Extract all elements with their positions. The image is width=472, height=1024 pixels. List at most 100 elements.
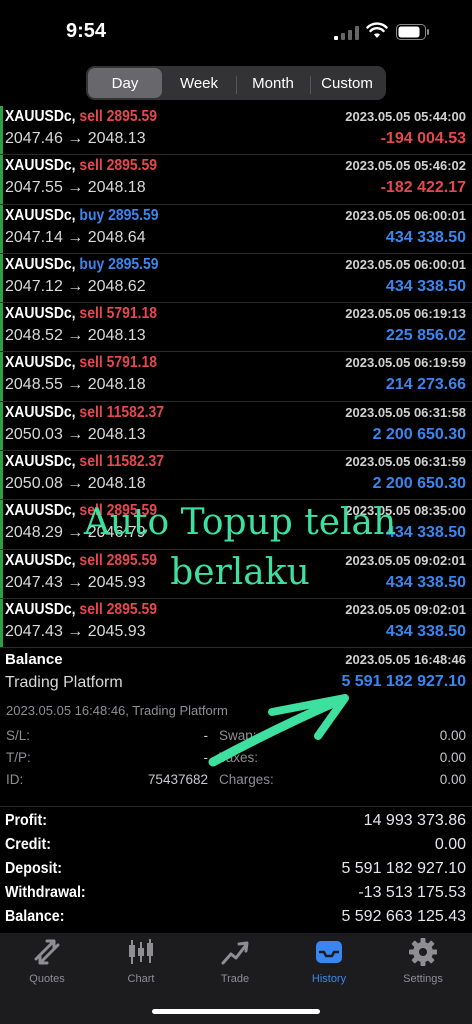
taxes-label: Taxes: <box>219 750 259 765</box>
balance-entry-datetime: 2023.05.05 16:48:46 <box>345 652 466 667</box>
deal-arrow: → <box>67 376 84 394</box>
deal-datetime: 2023.05.05 09:02:01 <box>345 601 466 617</box>
deal-volume: 2895.59 <box>106 157 158 175</box>
deal-profit: 225 856.02 <box>385 327 466 345</box>
deal-side: buy <box>79 255 105 273</box>
deal-row[interactable]: XAUUSDc, sell 2895.59 2048.29 → 2046.79 20… <box>0 500 472 550</box>
deal-side: sell <box>79 403 103 421</box>
deal-profit: 434 338.50 <box>385 228 466 246</box>
deal-prices: 2047.14 → 2048.64 <box>5 229 146 247</box>
deal-profit: -182 422.17 <box>380 179 466 197</box>
status-time: 9:54 <box>66 20 107 42</box>
deal-symbol-line: XAUUSDc, sell 5791.18 <box>5 354 157 372</box>
deal-symbol: XAUUSDc, <box>5 600 76 618</box>
deal-open-price: 2047.46 <box>5 130 63 147</box>
summary-balance-row: Balance: 5 592 663 125.43 <box>0 905 472 929</box>
segment-day[interactable]: Day <box>88 68 162 98</box>
deal-datetime: 2023.05.05 08:35:00 <box>345 503 466 519</box>
deal-open-price: 2048.55 <box>5 376 63 394</box>
deal-close-price: 2048.13 <box>87 130 146 147</box>
deal-indicator-bar <box>0 549 3 598</box>
deal-row[interactable]: XAUUSDc, sell 11582.37 2050.08 → 2048.18 2… <box>0 451 472 501</box>
deal-symbol-line: XAUUSDc, buy 2895.59 <box>5 256 159 274</box>
deal-symbol-line: XAUUSDc, sell 11582.37 <box>5 453 164 471</box>
tab-history[interactable]: History <box>282 937 376 997</box>
summary-balance-label: Balance: <box>5 908 65 925</box>
tab-settings[interactable]: Settings <box>376 937 470 997</box>
deal-arrow: → <box>67 622 84 640</box>
deal-row[interactable]: XAUUSDc, buy 2895.59 2047.12 → 2048.62 202… <box>0 253 472 304</box>
deal-symbol-line: XAUUSDc, sell 5791.18 <box>5 305 157 323</box>
charges-value: 0.00 <box>439 772 466 787</box>
deal-close-price: 2045.93 <box>87 573 146 591</box>
deal-profit: 434 338.50 <box>385 277 466 295</box>
home-indicator <box>152 1009 320 1014</box>
deal-row[interactable]: XAUUSDc, sell 2895.59 2047.43 → 2045.93 20… <box>0 549 472 599</box>
deal-datetime: 2023.05.05 06:19:59 <box>345 355 466 371</box>
charges-label: Charges: <box>219 772 274 787</box>
tp-value: - <box>203 750 209 765</box>
deal-volume: 11582.37 <box>106 403 165 421</box>
deal-profit: 434 338.50 <box>385 573 466 591</box>
deal-open-price: 2048.52 <box>5 327 63 345</box>
tab-chart[interactable]: Chart <box>94 937 188 997</box>
deal-row[interactable]: XAUUSDc, sell 2895.59 2047.55 → 2048.18 20… <box>0 155 472 205</box>
deal-profit: 214 273.66 <box>385 376 466 394</box>
deal-row[interactable]: XAUUSDc, sell 5791.18 2048.55 → 2048.18 20… <box>0 352 472 402</box>
deal-indicator-bar <box>0 204 3 253</box>
deal-side: buy <box>79 206 105 224</box>
deal-datetime: 2023.05.05 05:46:02 <box>345 158 466 174</box>
taxes-value: 0.00 <box>439 750 466 765</box>
chart-icon <box>129 939 153 964</box>
wifi-icon <box>366 22 388 38</box>
tab-history-label: History <box>311 973 347 985</box>
deal-open-price: 2048.29 <box>5 524 63 542</box>
deal-indicator-bar <box>0 401 3 451</box>
deal-symbol-line: XAUUSDc, sell 2895.59 <box>5 157 157 175</box>
battery-icon <box>396 24 429 40</box>
deal-row[interactable]: XAUUSDc, buy 2895.59 2047.14 → 2048.64 202… <box>0 204 472 254</box>
deal-symbol-line: XAUUSDc, sell 2895.59 <box>5 108 157 126</box>
deal-symbol: XAUUSDc, <box>5 502 76 520</box>
tab-trade[interactable]: Trade <box>188 937 282 997</box>
deal-indicator-bar <box>0 451 3 500</box>
deal-close-price: 2045.93 <box>87 622 146 640</box>
deal-datetime: 2023.05.05 06:00:01 <box>345 256 466 272</box>
summary-profit-label: Profit: <box>5 812 47 829</box>
tab-quotes[interactable]: Quotes <box>0 937 94 997</box>
deal-close-price: 2048.13 <box>87 425 146 443</box>
deal-prices: 2050.03 → 2048.13 <box>5 426 146 444</box>
deal-row[interactable]: XAUUSDc, sell 11582.37 2050.03 → 2048.13 2… <box>0 401 472 452</box>
balance-entry-sublabel: Trading Platform <box>5 674 123 691</box>
deal-arrow: → <box>67 130 84 147</box>
deal-prices: 2047.12 → 2048.62 <box>5 278 146 296</box>
deal-row[interactable]: XAUUSDc, sell 2895.59 2047.46 → 2048.13 20… <box>0 106 472 156</box>
deal-datetime: 2023.05.05 09:02:01 <box>345 552 466 568</box>
sl-label: S/L: <box>6 728 31 743</box>
deal-arrow: → <box>67 327 84 345</box>
segment-month[interactable]: Month <box>236 68 310 98</box>
deal-indicator-bar <box>0 500 3 549</box>
deal-row[interactable]: XAUUSDc, sell 2895.59 2047.43 → 2045.93 20… <box>0 598 472 649</box>
balance-entry-amount: 5 591 182 927.10 <box>341 673 466 690</box>
deal-close-price: 2048.13 <box>87 327 146 345</box>
deal-arrow: → <box>67 573 84 591</box>
deal-close-price: 2048.18 <box>87 475 146 493</box>
deal-prices: 2047.43 → 2045.93 <box>5 574 146 592</box>
deal-row[interactable]: XAUUSDc, sell 5791.18 2048.52 → 2048.13 20… <box>0 303 472 353</box>
summary-withdrawal-row: Withdrawal: -13 513 175.53 <box>0 881 472 905</box>
balance-entry[interactable]: Balance Trading Platform 2023.05.05 16:4… <box>0 648 472 698</box>
balance-detail-panel: 2023.05.05 16:48:46, Trading Platform S/… <box>0 700 472 800</box>
segment-week[interactable]: Week <box>162 68 236 98</box>
deal-arrow: → <box>67 179 84 197</box>
history-summary: Profit: 14 993 373.86 Credit: 0.00 Depos… <box>0 806 472 929</box>
deal-symbol: XAUUSDc, <box>5 108 76 125</box>
deal-symbol: XAUUSDc, <box>5 157 76 175</box>
deal-datetime: 2023.05.05 05:44:00 <box>345 109 466 124</box>
deal-prices: 2048.29 → 2046.79 <box>5 524 146 542</box>
deal-indicator-bar <box>0 253 3 303</box>
summary-balance-value: 5 592 663 125.43 <box>341 908 466 925</box>
deal-open-price: 2047.14 <box>5 228 63 246</box>
summary-profit-value: 14 993 373.86 <box>363 812 466 829</box>
segment-custom[interactable]: Custom <box>310 68 384 98</box>
